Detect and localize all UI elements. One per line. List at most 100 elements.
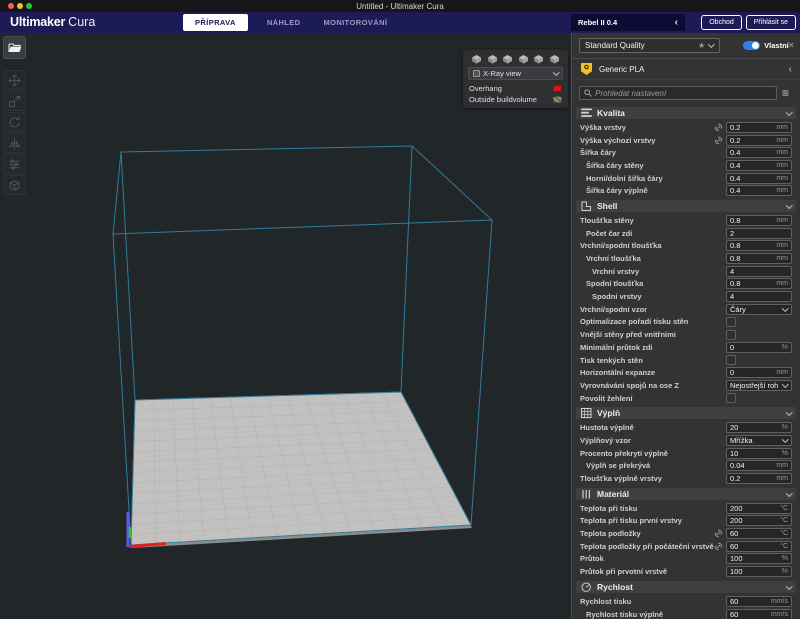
viewport[interactable]: X-Ray view Overhang Outside buildvolume <box>0 33 571 619</box>
setting-value-field[interactable]: 200°C <box>726 503 792 514</box>
material-selector[interactable]: Generic PLA ‹ <box>572 58 800 80</box>
tab-monitor[interactable]: MONITOROVÁNÍ <box>320 18 392 27</box>
star-icon[interactable]: ★ <box>698 42 705 50</box>
setting-dropdown[interactable]: Čáry <box>726 304 792 315</box>
open-file-button[interactable] <box>3 36 26 59</box>
setting-value-field[interactable]: 0.8mm <box>726 240 792 251</box>
setting-value-field[interactable]: 0.4mm <box>726 147 792 158</box>
tab-prepare[interactable]: PŘÍPRAVA <box>183 14 248 31</box>
setting-value-field[interactable]: 0.2mm <box>726 473 792 484</box>
view-right-icon[interactable] <box>533 54 544 64</box>
setting-value-field[interactable]: 0.4mm <box>726 185 792 196</box>
buildvolume-edge <box>401 146 412 392</box>
setting-row: Výplň se překrývá0.04mm <box>572 460 800 473</box>
setting-value-field[interactable]: 20% <box>726 422 792 433</box>
setting-row: Průtok při prvotní vrstvě100% <box>572 565 800 578</box>
setting-label: Vrchní/spodní vzor <box>572 305 726 314</box>
setting-value-field[interactable]: 100% <box>726 553 792 564</box>
section-header-shell[interactable]: Shell <box>576 200 796 212</box>
scale-tool[interactable] <box>3 91 26 111</box>
setting-value-field[interactable]: 0.8mm <box>726 215 792 226</box>
chevron-down-icon <box>786 109 792 115</box>
view-3d-icon[interactable] <box>471 54 482 64</box>
setting-label: Optimalizace pořadí tisku stěn <box>572 317 726 326</box>
mirror-tool[interactable] <box>3 133 26 153</box>
link-icon <box>714 123 723 132</box>
setting-value-field[interactable]: 60°C <box>726 528 792 539</box>
setting-value-field[interactable]: 0.8mm <box>726 278 792 289</box>
build-plate-3d[interactable] <box>0 33 571 619</box>
support-blocker-tool[interactable] <box>3 175 26 195</box>
setting-label: Teplota při tisku první vrstvy <box>572 516 726 525</box>
material-name: Generic PLA <box>599 65 644 74</box>
quality-preset-dropdown[interactable]: Standard Quality ★ <box>579 38 720 53</box>
setting-label: Spodní vrstvy <box>572 292 726 301</box>
section-header-infill[interactable]: Výplň <box>576 407 796 419</box>
setting-checkbox[interactable] <box>726 330 736 340</box>
rotate-tool[interactable] <box>3 112 26 132</box>
close-panel-icon[interactable]: × <box>789 41 794 50</box>
per-model-settings-tool-icon <box>8 158 21 171</box>
section-header-material[interactable]: Materiál <box>576 488 796 500</box>
camera-presets <box>463 50 568 66</box>
setting-value-field[interactable]: 0.4mm <box>726 173 792 184</box>
setting-dropdown[interactable]: Nejostřejší roh <box>726 380 792 391</box>
setting-value-field[interactable]: 10% <box>726 448 792 459</box>
setting-value-field[interactable]: 0.4mm <box>726 160 792 171</box>
setting-value-field[interactable]: 0.2mm <box>726 135 792 146</box>
search-box[interactable] <box>579 86 777 100</box>
view-left-icon[interactable] <box>518 54 529 64</box>
setting-value-field[interactable]: 4 <box>726 266 792 277</box>
search-input[interactable] <box>595 89 772 98</box>
move-tool[interactable] <box>3 70 26 90</box>
per-model-settings-tool[interactable] <box>3 154 26 174</box>
section-header-speed[interactable]: Rychlost <box>576 581 796 593</box>
infill-icon <box>581 408 592 418</box>
setting-value-field[interactable]: 2 <box>726 228 792 239</box>
setting-label: Šířka čáry <box>572 148 726 157</box>
logo-light: Cura <box>68 15 95 29</box>
material-brand-icon <box>580 62 593 76</box>
setting-value-field[interactable]: 0.8mm <box>726 253 792 264</box>
section-header-quality[interactable]: Kvalita <box>576 107 796 119</box>
buildvolume-edge <box>471 220 492 525</box>
setting-value-field[interactable]: 4 <box>726 291 792 302</box>
signin-button[interactable]: Přihlásit se <box>746 15 796 30</box>
setting-label: Tloušťka stěny <box>572 216 726 225</box>
setting-checkbox[interactable] <box>726 317 736 327</box>
setting-value-field[interactable]: 200°C <box>726 515 792 526</box>
setting-label: Vyrovnávání spojů na ose Z <box>572 381 726 390</box>
setting-value-field[interactable]: 60°C <box>726 541 792 552</box>
setting-value-field[interactable]: 0.2mm <box>726 122 792 133</box>
view-mode-dropdown[interactable]: X-Ray view <box>468 67 563 80</box>
tab-preview[interactable]: NÁHLED <box>263 18 305 27</box>
settings-filter-icon[interactable]: ≡ <box>782 88 789 98</box>
setting-value-field[interactable]: 0% <box>726 342 792 353</box>
setting-row: Šířka čáry výplně0.4mm <box>572 184 800 197</box>
setting-label: Šířka čáry stěny <box>572 161 726 170</box>
setting-value-field[interactable]: 0mm <box>726 367 792 378</box>
view-front-icon[interactable] <box>487 54 498 64</box>
setting-row: Průtok100% <box>572 553 800 566</box>
printer-selector[interactable]: Rebel II 0.4 ‹ <box>571 14 685 31</box>
setting-value-field[interactable]: 60mm/s <box>726 596 792 607</box>
setting-label: Hustota výplně <box>572 423 726 432</box>
view-top-icon[interactable] <box>502 54 513 64</box>
marketplace-button[interactable]: Obchod <box>701 15 742 30</box>
search-row: ≡ <box>572 80 800 104</box>
material-icon <box>581 489 592 499</box>
chevron-down-icon <box>782 381 788 387</box>
setting-value-field[interactable]: 100% <box>726 566 792 577</box>
setting-checkbox[interactable] <box>726 393 736 403</box>
setting-row: Vrchní tloušťka0.8mm <box>572 252 800 265</box>
setting-value-field[interactable]: 60mm/s <box>726 609 792 619</box>
setting-value-field[interactable]: 0.04mm <box>726 460 792 471</box>
view-bottom-icon[interactable] <box>549 54 560 64</box>
support-blocker-tool-icon <box>8 179 21 192</box>
setting-dropdown[interactable]: Mřížka <box>726 435 792 446</box>
mirror-tool-icon <box>8 137 21 150</box>
setting-checkbox[interactable] <box>726 355 736 365</box>
setting-label: Horní/dolní šířka čáry <box>572 174 726 183</box>
custom-settings-toggle[interactable] <box>743 41 760 50</box>
open-folder-icon <box>8 42 22 53</box>
